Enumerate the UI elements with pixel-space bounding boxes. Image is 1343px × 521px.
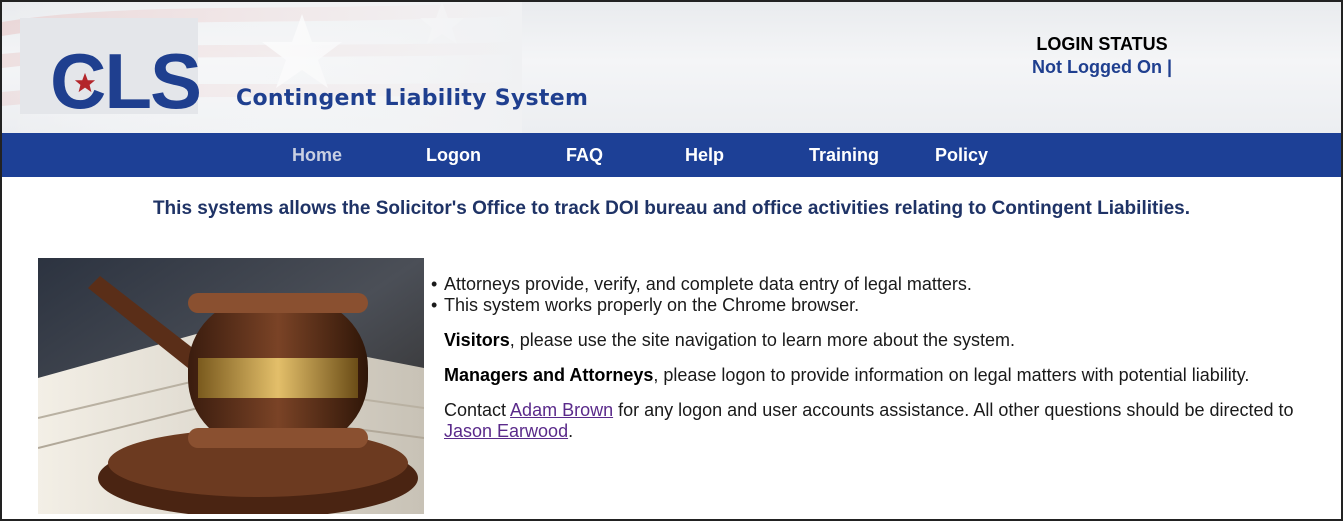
gavel-image xyxy=(38,258,424,514)
main-content: Attorneys provide, verify, and complete … xyxy=(431,274,1334,442)
contact-link-jason-earwood[interactable]: Jason Earwood xyxy=(444,421,568,441)
login-status-heading: LOGIN STATUS xyxy=(1036,34,1168,54)
login-status-value: Not Logged On | xyxy=(1031,57,1172,77)
list-item: Attorneys provide, verify, and complete … xyxy=(426,274,1334,295)
contact-paragraph: Contact Adam Brown for any logon and use… xyxy=(444,400,1334,442)
cls-logo[interactable]: CLS xyxy=(20,18,202,125)
logo-text: CLS xyxy=(50,37,202,125)
list-item: This system works properly on the Chrome… xyxy=(426,295,1334,316)
visitors-label: Visitors xyxy=(444,330,510,350)
nav-faq[interactable]: FAQ xyxy=(566,133,603,177)
visitors-paragraph: Visitors, please use the site navigation… xyxy=(444,330,1334,351)
nav-logon[interactable]: Logon xyxy=(426,133,481,177)
visitors-text: , please use the site navigation to lear… xyxy=(509,330,1015,350)
login-status: LOGIN STATUS Not Logged On | xyxy=(1012,34,1192,78)
page-frame: CLS Contingent Liability System LOGIN ST… xyxy=(0,0,1343,521)
managers-text: , please logon to provide information on… xyxy=(653,365,1250,385)
managers-paragraph: Managers and Attorneys, please logon to … xyxy=(444,365,1334,386)
nav-help[interactable]: Help xyxy=(685,133,724,177)
contact-prefix: Contact xyxy=(444,400,511,420)
managers-label: Managers and Attorneys xyxy=(444,365,654,385)
nav-policy[interactable]: Policy xyxy=(935,133,988,177)
header-banner: CLS Contingent Liability System LOGIN ST… xyxy=(2,2,1341,133)
info-bullets: Attorneys provide, verify, and complete … xyxy=(426,274,1334,316)
page-tagline: This systems allows the Solicitor's Offi… xyxy=(152,198,1191,219)
contact-middle: for any logon and user accounts assistan… xyxy=(613,400,1294,420)
site-title: Contingent Liability System xyxy=(236,86,589,111)
nav-training[interactable]: Training xyxy=(809,133,879,177)
main-nav: Home Logon FAQ Help Training Policy xyxy=(2,133,1341,177)
nav-home[interactable]: Home xyxy=(292,133,342,177)
contact-suffix: . xyxy=(568,421,574,441)
star-icon xyxy=(74,72,96,93)
contact-link-adam-brown[interactable]: Adam Brown xyxy=(510,400,613,420)
